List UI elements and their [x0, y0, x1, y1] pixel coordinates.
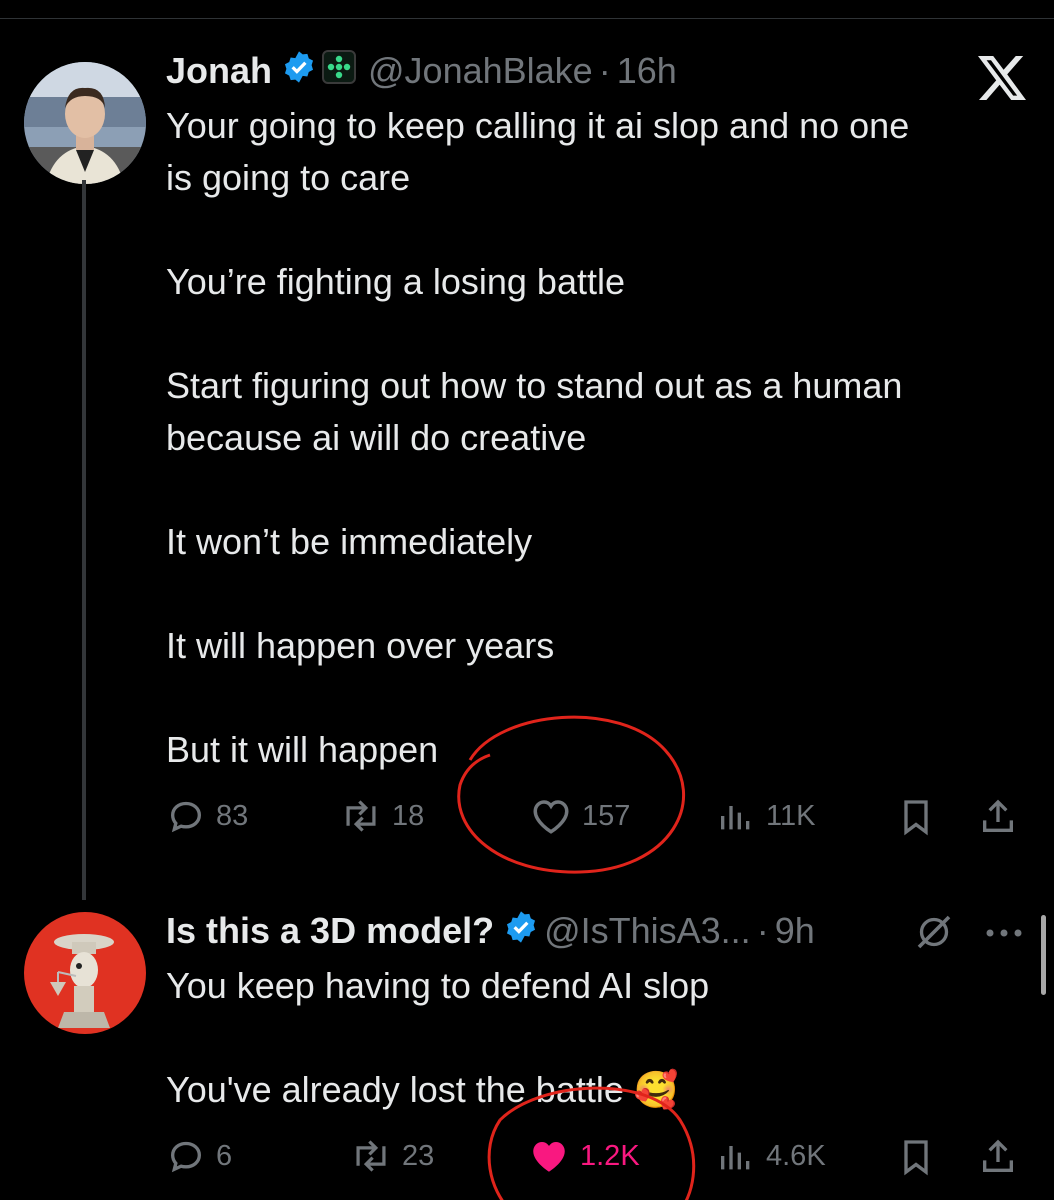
repost-icon [356, 1140, 386, 1172]
post2-share-button[interactable] [978, 1136, 1028, 1178]
repost-icon [346, 800, 376, 832]
more-options-icon[interactable] [984, 926, 1024, 944]
avatar-jonah[interactable] [24, 62, 146, 184]
share-icon [983, 799, 1013, 832]
post1-time[interactable]: 16h [617, 50, 677, 92]
post2-header: Is this a 3D model? @IsThisA3... · 9h [166, 908, 815, 954]
post2-author-name[interactable]: Is this a 3D model? [166, 910, 494, 952]
bookmark-icon [904, 1140, 928, 1176]
avatar-is-this-a-3d-model[interactable] [24, 912, 146, 1034]
post1-reply-count: 83 [216, 799, 249, 832]
post2-handle[interactable]: @IsThisA3... [544, 910, 751, 952]
post1-share-button[interactable] [978, 796, 1028, 838]
post2-view-count: 4.6K [766, 1139, 826, 1172]
post1-text: Your going to keep calling it ai slop an… [166, 105, 910, 770]
scrollbar[interactable] [1041, 915, 1046, 995]
views-chart-icon [721, 806, 750, 830]
post1-handle[interactable]: @JonahBlake [368, 50, 593, 92]
share-icon [983, 1139, 1013, 1172]
x-logo-icon [978, 56, 1026, 105]
post1-like-count: 157 [582, 799, 631, 832]
affiliation-badge-icon [322, 49, 357, 93]
views-chart-icon [721, 1146, 750, 1170]
post2-bookmark-button[interactable] [896, 1136, 946, 1178]
post2-text: You keep having to defend AI slop You've… [166, 965, 710, 1110]
post1-bookmark-button[interactable] [896, 796, 946, 838]
verified-badge-icon [504, 910, 538, 953]
post2-repost-button[interactable]: 23 [350, 1136, 434, 1176]
smiling-face-with-hearts-emoji: 🥰 [633, 1069, 679, 1110]
post2-like-count: 1.2K [580, 1139, 640, 1172]
post1-repost-button[interactable]: 18 [340, 796, 424, 836]
heart-filled-icon [533, 1142, 565, 1172]
post2-views-button[interactable]: 4.6K [716, 1136, 826, 1176]
reply-icon [170, 1141, 202, 1173]
post1-header: Jonah @JonahBlake · 16h [166, 48, 677, 94]
post2-repost-count: 23 [402, 1139, 435, 1172]
post1-views-button[interactable]: 11K [716, 796, 815, 836]
verified-badge-icon [282, 50, 316, 93]
thread-line [82, 180, 86, 900]
post1-dot: · [598, 50, 611, 91]
post1-repost-count: 18 [392, 799, 425, 832]
post2-dot: · [756, 910, 769, 951]
post1-reply-button[interactable]: 83 [166, 796, 248, 836]
post1-author-name[interactable]: Jonah [166, 50, 272, 92]
post2-reply-button[interactable]: 6 [166, 1136, 232, 1176]
post2-actions: 6 23 1.2K 4.6K [166, 1136, 1026, 1186]
post2-time[interactable]: 9h [775, 910, 815, 952]
reply-icon [170, 801, 202, 833]
post1-view-count: 11K [766, 799, 816, 832]
post1-actions: 83 18 157 11K [166, 796, 1026, 846]
bookmark-icon [904, 800, 928, 836]
post2-reply-count: 6 [216, 1139, 233, 1172]
post1-like-button[interactable]: 157 [530, 796, 630, 836]
post2-like-button[interactable]: 1.2K [528, 1136, 640, 1176]
post2-text-block: You keep having to defend AI slop You've… [166, 960, 986, 1116]
grok-icon[interactable] [914, 912, 954, 957]
heart-icon [533, 800, 569, 834]
top-divider [0, 18, 1054, 19]
